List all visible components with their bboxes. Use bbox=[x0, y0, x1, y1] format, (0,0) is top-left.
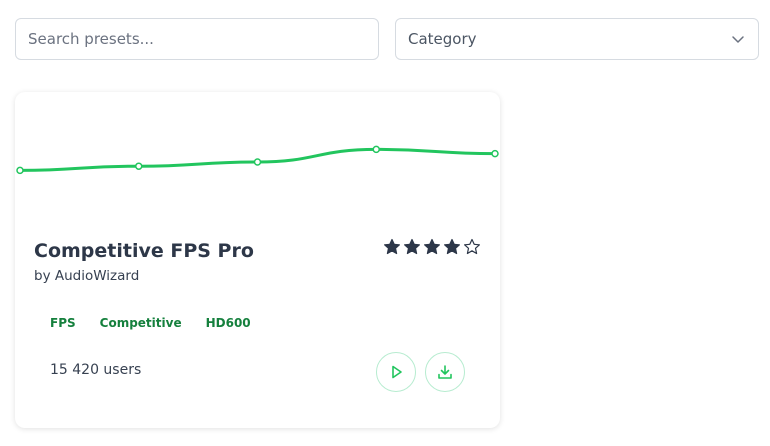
preset-title: Competitive FPS Pro bbox=[34, 240, 254, 262]
category-label: Category bbox=[408, 30, 477, 48]
eq-point bbox=[135, 162, 143, 170]
search-input[interactable] bbox=[15, 18, 379, 60]
tag-badge: FPS bbox=[50, 316, 76, 330]
download-button[interactable] bbox=[425, 352, 465, 392]
preset-author: by AudioWizard bbox=[34, 268, 140, 284]
chevron-down-icon bbox=[732, 36, 744, 43]
play-icon bbox=[392, 365, 402, 379]
star-filled-icon bbox=[444, 238, 460, 255]
eq-point bbox=[372, 145, 380, 154]
eq-point bbox=[253, 158, 262, 166]
download-icon bbox=[438, 365, 452, 379]
rating-stars bbox=[383, 238, 481, 256]
users-count: 15 420 users bbox=[50, 362, 142, 378]
star-empty-icon bbox=[464, 238, 480, 255]
eq-curve-graph bbox=[16, 145, 499, 175]
eq-point bbox=[16, 166, 24, 175]
card-actions bbox=[376, 352, 465, 392]
filter-bar: Category bbox=[15, 18, 759, 60]
category-select[interactable]: Category bbox=[395, 18, 759, 60]
eq-point bbox=[491, 149, 499, 158]
star-filled-icon bbox=[384, 238, 400, 255]
star-filled-icon bbox=[424, 238, 440, 255]
tag-list: FPS Competitive HD600 bbox=[50, 316, 251, 330]
play-button[interactable] bbox=[376, 352, 416, 392]
preset-card[interactable]: Competitive FPS Pro by AudioWizard FPS Co… bbox=[15, 92, 500, 428]
tag-badge: Competitive bbox=[99, 316, 182, 330]
star-filled-icon bbox=[404, 238, 420, 255]
tag-badge: HD600 bbox=[205, 316, 251, 330]
